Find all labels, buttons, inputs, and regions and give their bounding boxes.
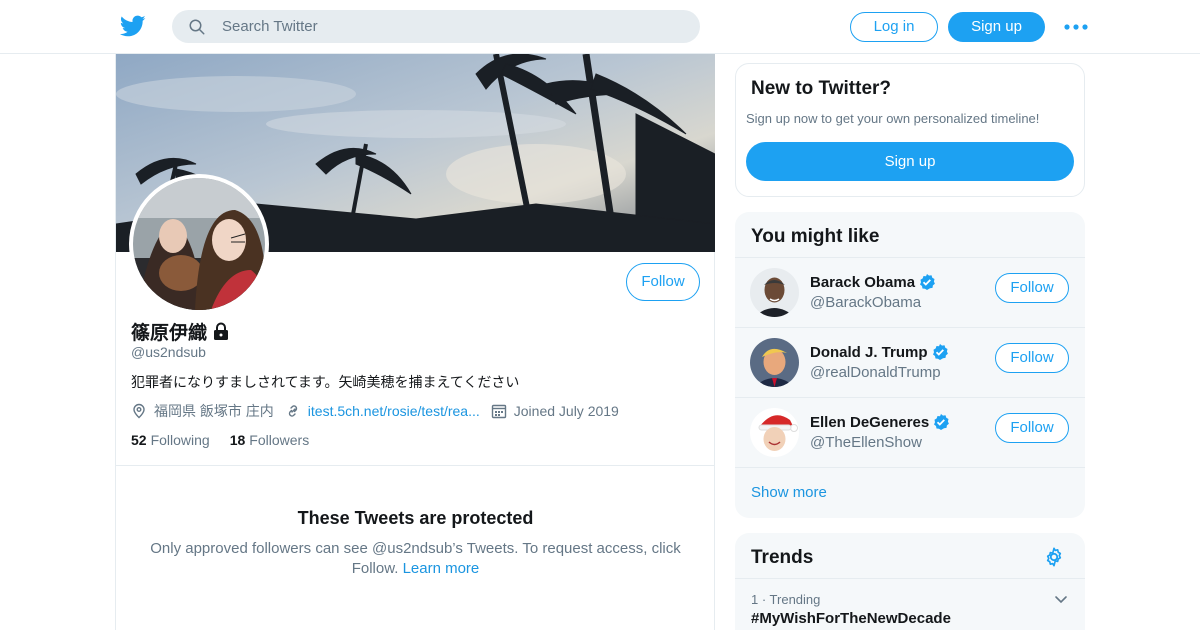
joined-text: Joined July 2019 — [513, 403, 619, 419]
suggestion-name[interactable]: Barack Obama — [810, 274, 915, 291]
you-might-like-title: You might like — [751, 226, 880, 247]
suggestion-row[interactable]: Barack Obama @BarackObama Follow — [735, 257, 1085, 327]
website-link[interactable]: itest.5ch.net/rosie/test/rea... — [308, 403, 480, 419]
profile-display-name: 篠原伊織 — [131, 322, 208, 344]
suggestion-name-row: Ellen DeGeneres — [810, 413, 950, 431]
follow-suggestion-button[interactable]: Follow — [995, 413, 1069, 443]
suggestion-name-row: Barack Obama — [810, 273, 936, 291]
login-button[interactable]: Log in — [850, 12, 938, 42]
protected-message: Only approved followers can see @us2ndsu… — [136, 539, 695, 579]
more-dots-icon[interactable] — [1064, 20, 1088, 34]
profile-handle: @us2ndsub — [131, 344, 206, 360]
chevron-down-icon[interactable] — [1053, 591, 1069, 607]
divider — [116, 465, 715, 466]
follow-suggestion-button[interactable]: Follow — [995, 273, 1069, 303]
learn-more-link[interactable]: Learn more — [403, 560, 480, 577]
new-to-twitter-title: New to Twitter? — [751, 78, 892, 99]
trend-item[interactable]: 1 · Trending #MyWishForTheNewDecade — [735, 578, 1085, 630]
location-pin-icon — [133, 403, 145, 419]
follow-counts: 52 Following 18 Followers — [131, 432, 329, 448]
followers-count-link[interactable]: 18 Followers — [230, 432, 309, 448]
followers-label: Followers — [249, 432, 310, 448]
avatar[interactable] — [750, 408, 799, 457]
profile-joined: Joined July 2019 — [491, 403, 619, 419]
suggestion-row[interactable]: Donald J. Trump @realDonaldTrump Follow — [735, 327, 1085, 397]
gear-icon[interactable] — [1043, 546, 1065, 568]
new-to-twitter-card: New to Twitter? Sign up now to get your … — [735, 63, 1085, 197]
suggestion-handle: @realDonaldTrump — [810, 364, 941, 381]
profile-location: 福岡県 飯塚市 庄内 — [131, 401, 274, 421]
profile-bio: 犯罪者になりすましされてます。矢崎美穂を捕まえてください — [131, 374, 520, 390]
twitter-bird-icon[interactable] — [120, 13, 146, 39]
following-count: 52 — [131, 432, 147, 448]
signup-card-button[interactable]: Sign up — [746, 142, 1074, 181]
calendar-icon — [491, 404, 506, 419]
following-label: Following — [150, 432, 210, 448]
signup-button[interactable]: Sign up — [948, 12, 1045, 42]
show-more-row[interactable]: Show more — [735, 467, 1085, 518]
profile-avatar[interactable] — [129, 174, 269, 314]
top-navigation-bar: Log in Sign up — [0, 0, 1200, 54]
link-icon — [288, 405, 297, 417]
follow-profile-button[interactable]: Follow — [626, 263, 700, 301]
trends-card: Trends 1 · Trending #MyWishForTheNewDeca… — [735, 533, 1085, 630]
search-box[interactable] — [172, 10, 700, 43]
verified-badge-icon — [932, 344, 948, 360]
suggestion-name[interactable]: Ellen DeGeneres — [810, 414, 929, 431]
search-icon — [189, 19, 205, 35]
suggestion-row[interactable]: Ellen DeGeneres @TheEllenShow Follow — [735, 397, 1085, 467]
suggestion-name[interactable]: Donald J. Trump — [810, 344, 928, 361]
trends-title: Trends — [751, 547, 814, 568]
suggestion-handle: @BarackObama — [810, 294, 922, 311]
lock-icon — [214, 322, 229, 340]
avatar[interactable] — [750, 338, 799, 387]
you-might-like-card: You might like Barack Obama @BarackObama… — [735, 212, 1085, 518]
location-text: 福岡県 飯塚市 庄内 — [154, 403, 274, 419]
trend-meta: 1 · Trending — [751, 592, 821, 607]
followers-count: 18 — [229, 432, 246, 448]
suggestion-handle: @TheEllenShow — [810, 434, 922, 451]
new-to-twitter-subtitle: Sign up now to get your own personalized… — [746, 111, 1040, 126]
verified-badge-icon — [920, 274, 935, 290]
protected-title: These Tweets are protected — [297, 508, 534, 528]
profile-meta: 福岡県 飯塚市 庄内 itest.5ch.net/rosie/test/rea.… — [131, 401, 630, 421]
follow-suggestion-button[interactable]: Follow — [995, 343, 1069, 373]
search-input[interactable] — [222, 10, 682, 43]
suggestion-name-row: Donald J. Trump — [810, 343, 949, 361]
profile-website[interactable]: itest.5ch.net/rosie/test/rea... — [285, 403, 480, 419]
show-more-link[interactable]: Show more — [751, 484, 827, 501]
profile-name-row: 篠原伊織 — [131, 318, 231, 344]
avatar[interactable] — [750, 268, 799, 317]
following-count-link[interactable]: 52 Following — [131, 432, 210, 448]
trend-tag[interactable]: #MyWishForTheNewDecade — [751, 610, 951, 627]
profile-column: Follow 篠原伊織 @us2ndsub 犯罪者になりすましされてます。矢崎美… — [115, 54, 715, 630]
verified-badge-icon — [934, 414, 950, 430]
